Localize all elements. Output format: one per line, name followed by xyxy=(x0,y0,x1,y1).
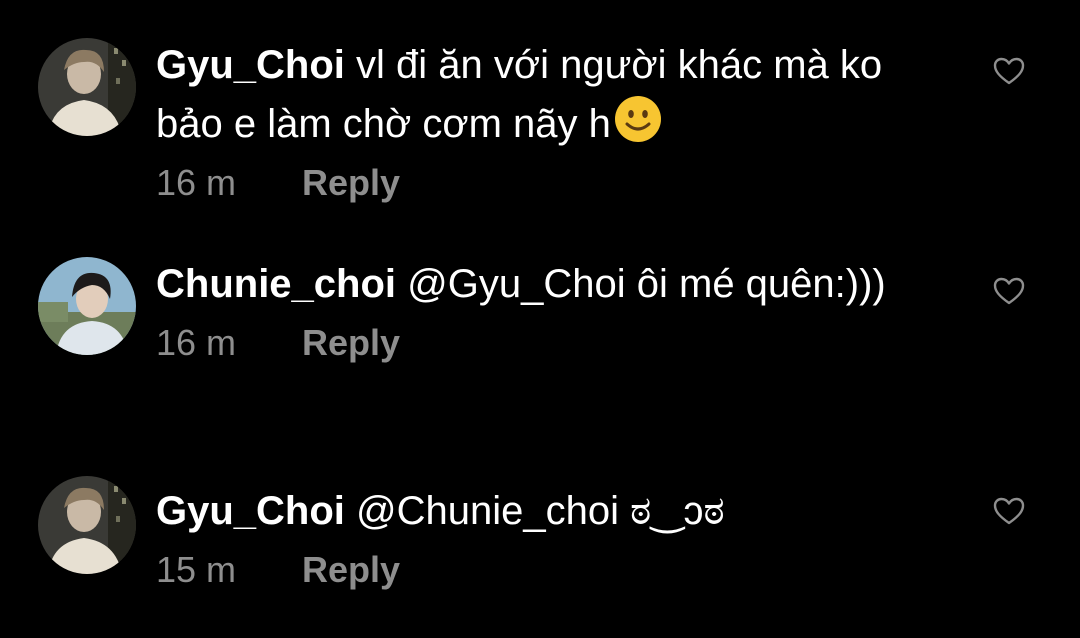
comment-username[interactable]: Gyu_Choi xyxy=(156,43,345,87)
comment-message: @Gyu_Choi ôi mé quên:))) xyxy=(407,262,886,306)
heart-outline-icon[interactable] xyxy=(992,56,1026,86)
comment-time: 16 m xyxy=(156,162,237,203)
reply-button[interactable]: Reply xyxy=(302,550,400,590)
comment-body: Chunie_choi @Gyu_Choi ôi mé quên:))) 16 … xyxy=(156,255,956,363)
comment-meta: 16 m Reply xyxy=(156,163,956,203)
comment-time: 16 m xyxy=(156,322,237,363)
comment-username[interactable]: Gyu_Choi xyxy=(156,489,345,533)
slightly-smiling-face-icon xyxy=(613,94,663,144)
comment-body: Gyu_Choi @Chunie_choi ಠ‿ↄಠ 15 m Reply xyxy=(156,482,956,590)
avatar[interactable] xyxy=(38,38,136,136)
reply-button[interactable]: Reply xyxy=(302,163,400,203)
reply-button[interactable]: Reply xyxy=(302,323,400,363)
comment-text: Gyu_Choi @Chunie_choi ಠ‿ↄಠ xyxy=(156,482,956,540)
comment-time: 15 m xyxy=(156,549,237,590)
comment-meta: 16 m Reply xyxy=(156,323,956,363)
comment-username[interactable]: Chunie_choi xyxy=(156,262,396,306)
heart-outline-icon[interactable] xyxy=(992,496,1026,526)
comment-message: @Chunie_choi ಠ‿ↄಠ xyxy=(356,489,725,533)
avatar[interactable] xyxy=(38,257,136,355)
avatar[interactable] xyxy=(38,476,136,574)
comment-text: Gyu_Choi vl đi ăn với người khác mà ko b… xyxy=(156,36,956,153)
heart-outline-icon[interactable] xyxy=(992,276,1026,306)
comment-body: Gyu_Choi vl đi ăn với người khác mà ko b… xyxy=(156,36,956,203)
comment-text: Chunie_choi @Gyu_Choi ôi mé quên:))) xyxy=(156,255,956,313)
comment-meta: 15 m Reply xyxy=(156,550,956,590)
